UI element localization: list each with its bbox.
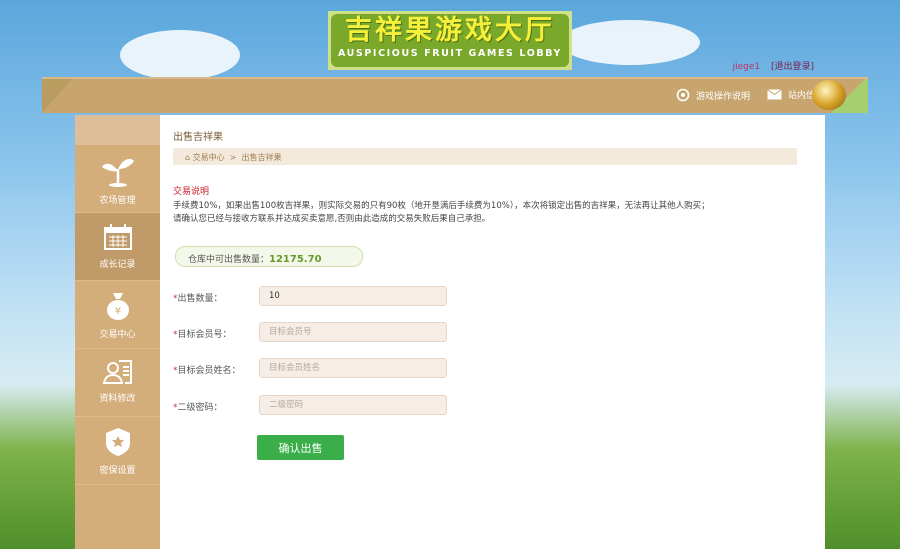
- svg-text:¥: ¥: [114, 306, 120, 317]
- sidebar-item-label: 密保设置: [99, 466, 136, 476]
- sidebar-item-profile[interactable]: 资料修改: [75, 349, 160, 417]
- cloud: [120, 30, 240, 80]
- main-content: 出售吉祥果 ⌂ 交易中心 > 出售吉祥果 交易说明 手续费10%，如果出售100…: [160, 115, 825, 549]
- username-link[interactable]: jiege1: [733, 62, 761, 72]
- quantity-input[interactable]: [259, 286, 447, 306]
- sidebar-item-label: 成长记录: [99, 260, 136, 270]
- messages-label: 站内信: [788, 91, 816, 101]
- member-id-input[interactable]: [259, 322, 447, 342]
- mail-icon: [767, 89, 782, 100]
- sidebar-header: [75, 115, 160, 145]
- home-icon: ⌂: [185, 153, 191, 162]
- messages-link[interactable]: 站内信: [767, 88, 815, 101]
- breadcrumb-trade-center[interactable]: 交易中心: [193, 153, 225, 162]
- form-row-member-id: *目标会员号：: [173, 327, 232, 340]
- sprout-icon: [101, 158, 134, 187]
- sidebar-item-label: 农场管理: [99, 196, 136, 206]
- logo-subtitle: AUSPICIOUS FRUIT GAMES LOBBY: [337, 48, 563, 59]
- calendar-icon: [103, 224, 132, 250]
- note-text: 手续费10%，如果出售100枚吉祥果，则实际交易的只有90枚（地开垦满后手续费为…: [173, 201, 710, 224]
- breadcrumb-current: 出售吉祥果: [241, 153, 282, 162]
- cloud: [560, 20, 700, 65]
- breadcrumb: ⌂ 交易中心 > 出售吉祥果: [173, 148, 797, 165]
- form-row-member-name: *目标会员姓名：: [173, 363, 241, 376]
- shield-badge-icon: [105, 428, 130, 456]
- form-row-quantity: *出售数量：: [173, 291, 223, 304]
- sidebar-item-growth[interactable]: 成长记录: [75, 213, 160, 281]
- sidebar-item-trade[interactable]: ¥ 交易中心: [75, 281, 160, 349]
- sidebar-item-farm[interactable]: 农场管理: [75, 145, 160, 213]
- secondary-password-input[interactable]: [259, 395, 447, 415]
- sidebar: 农场管理 成长记录 ¥ 交易中心 资料修改 密保设置: [75, 115, 160, 549]
- member-name-input[interactable]: [259, 358, 447, 378]
- gear-icon: [676, 88, 690, 102]
- quantity-label: 出售数量：: [177, 294, 223, 304]
- form-row-password: *二级密码：: [173, 400, 223, 413]
- password-label: 二级密码：: [177, 403, 223, 413]
- stock-value: 12175.70: [269, 254, 322, 265]
- member-name-label: 目标会员姓名：: [177, 366, 241, 376]
- breadcrumb-separator: >: [229, 153, 237, 162]
- golden-fruit-icon: [812, 80, 846, 110]
- sidebar-item-security[interactable]: 密保设置: [75, 417, 160, 485]
- page-title: 出售吉祥果: [173, 132, 223, 143]
- money-bag-icon: ¥: [106, 293, 129, 320]
- game-guide-link[interactable]: 游戏操作说明: [676, 88, 750, 102]
- confirm-sell-button[interactable]: 确认出售: [257, 435, 344, 460]
- note-title: 交易说明: [173, 187, 210, 197]
- profile-card-icon: [102, 360, 132, 384]
- game-guide-label: 游戏操作说明: [696, 91, 751, 102]
- stock-box: 仓库中可出售数量：12175.70: [175, 246, 363, 267]
- sidebar-item-label: 资料修改: [99, 394, 136, 404]
- top-nav: 游戏操作说明 站内信: [42, 77, 868, 113]
- logo: 吉祥果游戏大厅 AUSPICIOUS FRUIT GAMES LOBBY: [328, 11, 572, 70]
- sidebar-item-label: 交易中心: [99, 330, 136, 340]
- member-id-label: 目标会员号：: [177, 330, 232, 340]
- stock-label: 仓库中可出售数量：: [188, 255, 270, 265]
- user-bar: jiege1 [退出登录]: [733, 59, 814, 72]
- logo-title: 吉祥果游戏大厅: [345, 15, 555, 46]
- logout-link[interactable]: [退出登录]: [771, 62, 814, 72]
